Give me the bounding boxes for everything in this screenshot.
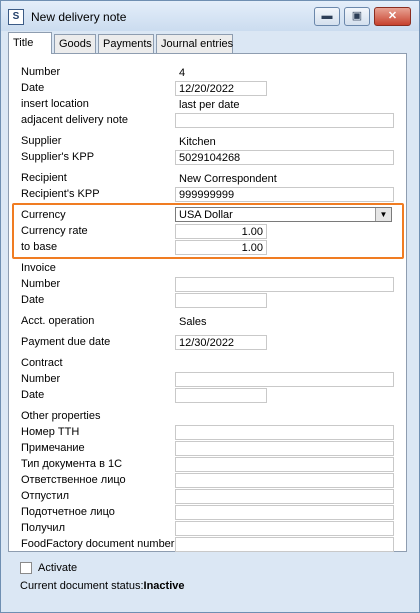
adjacent-delivery-note-label: adjacent delivery note: [21, 114, 129, 126]
responsible-person-label: Ответственное лицо: [21, 474, 126, 486]
number-label: Number: [21, 66, 61, 78]
insert-location-field[interactable]: last per date: [175, 97, 394, 112]
acct-operation-field[interactable]: Sales: [175, 314, 394, 329]
recipient-kpp-label: Recipient's KPP: [21, 188, 100, 200]
document-app-icon: S: [8, 9, 24, 25]
responsible-person-field[interactable]: [175, 473, 394, 488]
close-button[interactable]: ✕: [374, 7, 411, 26]
ttn-number-label: Номер ТТН: [21, 426, 80, 438]
invoice-heading: Invoice: [21, 262, 56, 274]
delivery-note-window: S New delivery note ▬ ▣ ✕ Title Goods Pa…: [0, 0, 420, 613]
currency-rate-field[interactable]: 1.00: [175, 224, 267, 239]
currency-label: Currency: [21, 209, 66, 221]
currency-value: USA Dollar: [179, 209, 233, 221]
note-label: Примечание: [21, 442, 85, 454]
title-bar[interactable]: S New delivery note ▬ ▣ ✕: [1, 1, 419, 31]
status-value: Inactive: [143, 580, 185, 592]
tab-title[interactable]: Title: [8, 32, 52, 54]
recipient-label: Recipient: [21, 172, 67, 184]
contract-number-field[interactable]: [175, 372, 394, 387]
contract-number-label: Number: [21, 373, 61, 385]
number-field[interactable]: 4: [175, 65, 394, 80]
foodfactory-number-field[interactable]: [175, 537, 394, 552]
released-by-label: Отпустил: [21, 490, 70, 502]
invoice-date-field[interactable]: [175, 293, 267, 308]
doc-type-1c-field[interactable]: [175, 457, 394, 472]
other-properties-heading: Other properties: [21, 410, 101, 422]
supplier-label: Supplier: [21, 135, 62, 147]
payment-due-date-field[interactable]: 12/30/2022: [175, 335, 267, 350]
insert-location-label: insert location: [21, 98, 89, 110]
supplier-kpp-field[interactable]: 5029104268: [175, 150, 394, 165]
to-base-field[interactable]: 1.00: [175, 240, 267, 255]
foodfactory-number-label: FoodFactory document number: [21, 538, 175, 550]
status-label: Current document status:: [20, 580, 144, 592]
to-base-label: to base: [21, 241, 58, 253]
close-icon: ✕: [387, 10, 398, 22]
currency-select[interactable]: USA Dollar ▼: [175, 207, 392, 222]
supplier-kpp-label: Supplier's KPP: [21, 151, 95, 163]
supplier-field[interactable]: Kitchen: [175, 134, 394, 149]
activate-label[interactable]: Activate: [38, 562, 77, 574]
tab-payments[interactable]: Payments: [98, 34, 154, 53]
tab-journal-entries[interactable]: Journal entries: [156, 34, 233, 53]
contract-date-label: Date: [21, 389, 45, 401]
note-field[interactable]: [175, 441, 394, 456]
adjacent-delivery-note-field[interactable]: [175, 113, 394, 128]
invoice-number-label: Number: [21, 278, 61, 290]
maximize-button[interactable]: ▣: [344, 7, 370, 26]
document-status: Current document status:Inactive: [20, 580, 184, 592]
window-title: New delivery note: [31, 10, 127, 24]
received-by-field[interactable]: [175, 521, 394, 536]
invoice-date-label: Date: [21, 294, 45, 306]
status-area: Activate Current document status:Inactiv…: [8, 556, 407, 604]
released-by-field[interactable]: [175, 489, 394, 504]
payment-due-date-label: Payment due date: [21, 336, 111, 348]
minimize-button[interactable]: ▬: [314, 7, 340, 26]
recipient-field[interactable]: New Correspondent: [175, 171, 394, 186]
acct-operation-label: Acct. operation: [21, 315, 95, 327]
date-label: Date: [21, 82, 45, 94]
received-by-label: Получил: [21, 522, 65, 534]
doc-type-1c-label: Тип документа в 1С: [21, 458, 123, 470]
tab-goods[interactable]: Goods: [54, 34, 96, 53]
contract-heading: Contract: [21, 357, 63, 369]
chevron-down-icon[interactable]: ▼: [375, 208, 391, 221]
accountable-person-label: Подотчетное лицо: [21, 506, 115, 518]
contract-date-field[interactable]: [175, 388, 267, 403]
maximize-icon: ▣: [351, 10, 363, 22]
currency-rate-label: Currency rate: [21, 225, 88, 237]
recipient-kpp-field[interactable]: 999999999: [175, 187, 394, 202]
ttn-number-field[interactable]: [175, 425, 394, 440]
minimize-icon: ▬: [321, 10, 333, 22]
accountable-person-field[interactable]: [175, 505, 394, 520]
date-field[interactable]: 12/20/2022: [175, 81, 267, 96]
activate-checkbox[interactable]: [20, 562, 32, 574]
invoice-number-field[interactable]: [175, 277, 394, 292]
title-tab-panel: Number 4 Date 12/20/2022 insert location…: [8, 53, 407, 552]
